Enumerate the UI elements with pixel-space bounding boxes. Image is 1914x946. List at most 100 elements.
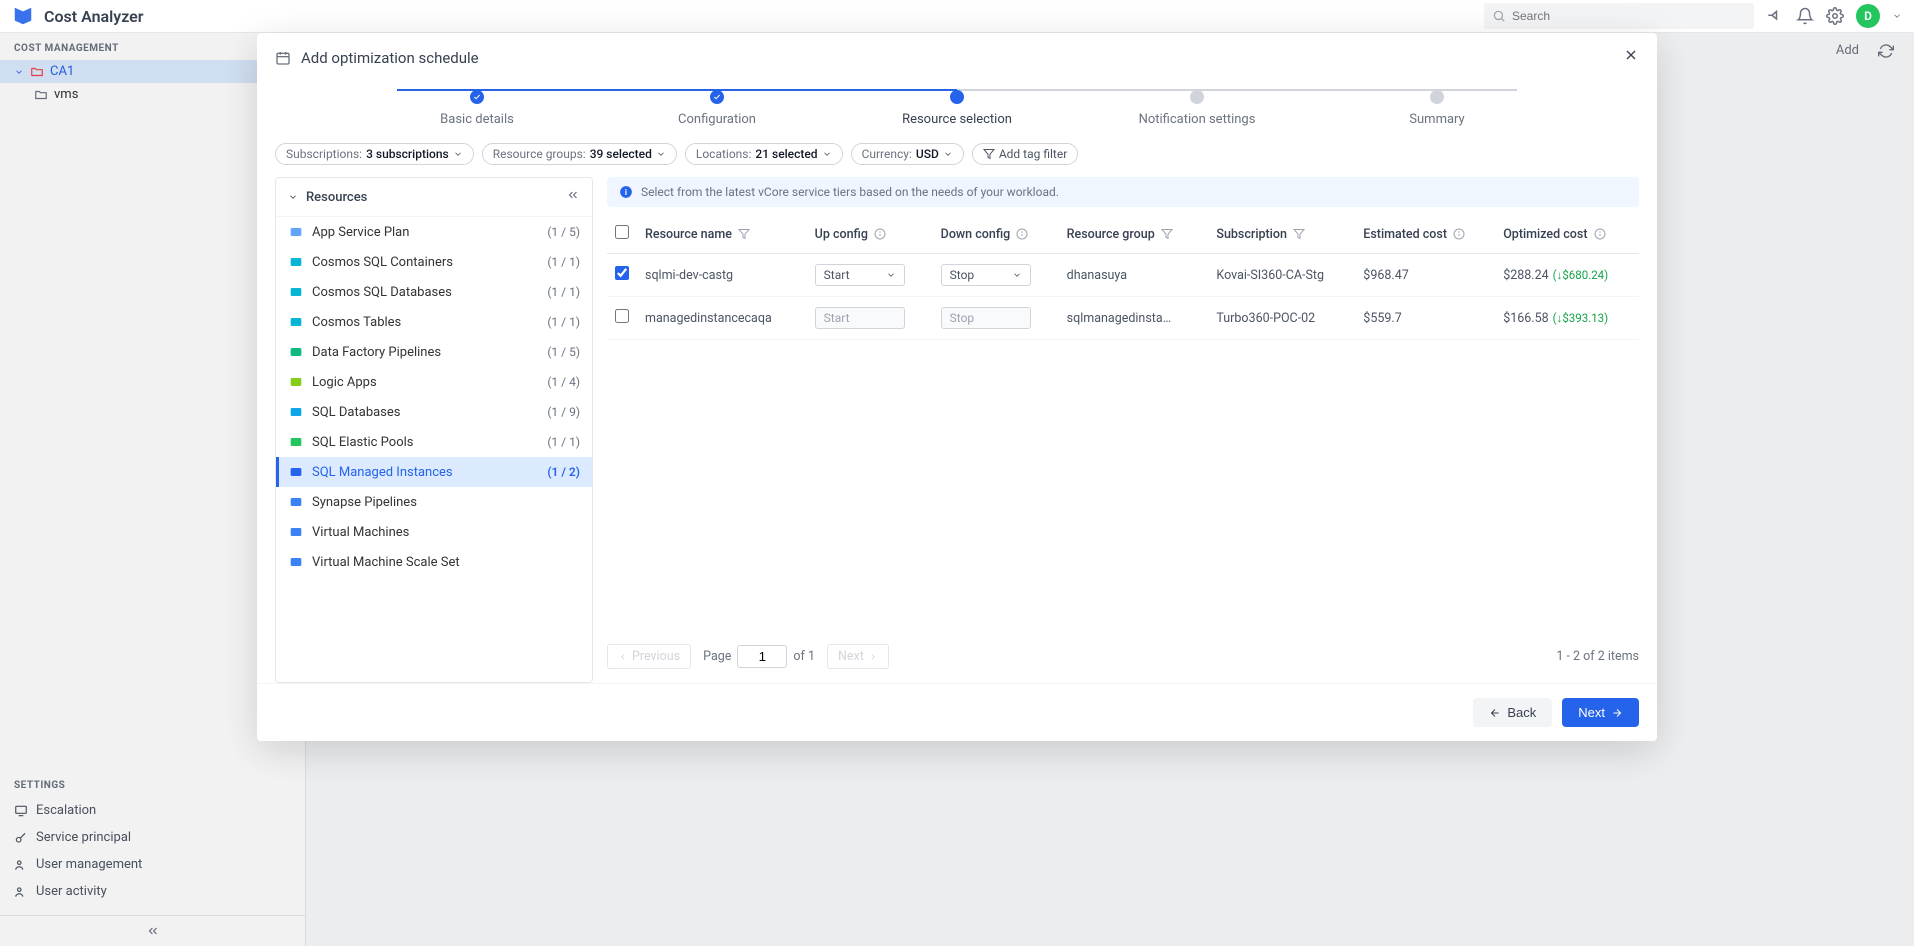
announcement-icon[interactable]	[1766, 7, 1784, 25]
back-button[interactable]: Back	[1473, 698, 1552, 727]
step-notification-settings[interactable]: Notification settings	[1077, 90, 1317, 127]
pagination-summary: 1 - 2 of 2 items	[1556, 649, 1639, 664]
chevron-down-icon	[656, 149, 666, 159]
check-icon	[713, 93, 721, 101]
savings-badge: (↓$393.13)	[1553, 311, 1609, 325]
resource-type-item[interactable]: Cosmos SQL Databases (1 / 1)	[276, 277, 592, 307]
cell-subscription: Kovai-SI360-CA-Stg	[1208, 254, 1355, 297]
filter-resource-groups[interactable]: Resource groups: 39 selected	[482, 143, 677, 165]
filter-icon[interactable]	[738, 228, 750, 240]
resource-type-name: Data Factory Pipelines	[312, 345, 539, 360]
down-config-dropdown[interactable]: Stop	[941, 264, 1031, 286]
modal-close-button[interactable]	[1623, 47, 1639, 68]
down-config-dropdown: Stop	[941, 307, 1031, 329]
row-checkbox[interactable]	[615, 266, 629, 280]
info-banner: i Select from the latest vCore service t…	[607, 177, 1639, 207]
resource-type-name: Cosmos SQL Containers	[312, 255, 539, 270]
resource-type-count: (1 / 5)	[547, 225, 580, 239]
search-input[interactable]	[1512, 9, 1746, 23]
resource-type-icon	[288, 464, 304, 480]
filter-subscriptions[interactable]: Subscriptions: 3 subscriptions	[275, 143, 474, 165]
check-icon	[473, 93, 481, 101]
row-checkbox[interactable]	[615, 309, 629, 323]
select-all-checkbox[interactable]	[615, 225, 629, 239]
resource-type-count: (1 / 1)	[547, 255, 580, 269]
resource-type-list: App Service Plan (1 / 5) Cosmos SQL Cont…	[276, 217, 592, 682]
table-row: sqlmi-dev-castg Start Stop dhanasuya Kov…	[607, 254, 1639, 297]
avatar-chevron-icon[interactable]	[1892, 11, 1902, 21]
resource-type-icon	[288, 284, 304, 300]
resource-type-item[interactable]: Synapse Pipelines	[276, 487, 592, 517]
up-config-dropdown[interactable]: Start	[815, 264, 905, 286]
col-resource-name: Resource name	[645, 227, 732, 242]
info-icon	[1453, 228, 1465, 240]
step-basic-details[interactable]: Basic details	[357, 90, 597, 127]
filter-locations[interactable]: Locations: 21 selected	[685, 143, 843, 165]
col-subscription: Subscription	[1216, 227, 1287, 242]
pagination-next[interactable]: Next	[827, 644, 889, 669]
filter-add-tag[interactable]: Add tag filter	[972, 143, 1078, 165]
chevron-down-icon	[453, 149, 463, 159]
resource-table: Resource name Up config Down config Reso…	[607, 215, 1639, 340]
next-button[interactable]: Next	[1562, 698, 1639, 727]
filter-row: Subscriptions: 3 subscriptions Resource …	[257, 143, 1657, 177]
resource-type-item[interactable]: App Service Plan (1 / 5)	[276, 217, 592, 247]
chevron-left-icon	[618, 652, 628, 662]
resource-type-name: Virtual Machines	[312, 525, 572, 540]
resource-type-item[interactable]: Logic Apps (1 / 4)	[276, 367, 592, 397]
resource-type-count: (1 / 1)	[547, 285, 580, 299]
cell-estimated-cost: $968.47	[1355, 254, 1495, 297]
step-summary[interactable]: Summary	[1317, 90, 1557, 127]
global-search[interactable]	[1484, 3, 1754, 29]
resource-type-item[interactable]: Virtual Machines	[276, 517, 592, 547]
pagination-previous[interactable]: Previous	[607, 644, 691, 669]
step-resource-selection[interactable]: Resource selection	[837, 90, 1077, 127]
resource-type-icon	[288, 524, 304, 540]
notifications-icon[interactable]	[1796, 7, 1814, 25]
cell-resource-name: managedinstancecaqa	[637, 297, 807, 340]
cell-estimated-cost: $559.7	[1355, 297, 1495, 340]
resource-sidebar-collapse[interactable]	[566, 188, 580, 206]
wizard-stepper: Basic details Configuration Resource sel…	[257, 82, 1657, 143]
user-avatar[interactable]: D	[1856, 4, 1880, 28]
cell-optimized-cost: $288.24(↓$680.24)	[1495, 254, 1639, 297]
pagination: Previous Page of 1 Next 1 - 2 of 2 items	[607, 630, 1639, 683]
chevron-down-icon	[1012, 270, 1022, 280]
savings-badge: (↓$680.24)	[1553, 268, 1609, 282]
resource-type-item[interactable]: SQL Databases (1 / 9)	[276, 397, 592, 427]
step-configuration[interactable]: Configuration	[597, 90, 837, 127]
pagination-page-input[interactable]	[737, 645, 787, 668]
modal-body: Resources App Service Plan (1 / 5) Cosmo…	[257, 177, 1657, 683]
resource-type-count: (1 / 1)	[547, 435, 580, 449]
resource-type-icon	[288, 494, 304, 510]
resource-type-item[interactable]: Data Factory Pipelines (1 / 5)	[276, 337, 592, 367]
resource-type-icon	[288, 554, 304, 570]
info-icon	[1594, 228, 1606, 240]
chevron-down-icon[interactable]	[288, 192, 298, 202]
resource-type-item[interactable]: Virtual Machine Scale Set	[276, 547, 592, 577]
modal-header: Add optimization schedule	[257, 33, 1657, 82]
filter-currency[interactable]: Currency: USD	[851, 143, 964, 165]
filter-icon[interactable]	[1161, 228, 1173, 240]
resource-type-item[interactable]: Cosmos SQL Containers (1 / 1)	[276, 247, 592, 277]
chevron-down-icon	[943, 149, 953, 159]
resource-type-item[interactable]: Cosmos Tables (1 / 1)	[276, 307, 592, 337]
resource-type-name: Synapse Pipelines	[312, 495, 572, 510]
resource-type-item[interactable]: SQL Elastic Pools (1 / 1)	[276, 427, 592, 457]
resource-type-count: (1 / 1)	[547, 315, 580, 329]
pagination-of-label: of 1	[793, 649, 815, 664]
resource-type-name: Cosmos Tables	[312, 315, 539, 330]
resource-type-name: Logic Apps	[312, 375, 539, 390]
resource-type-icon	[288, 314, 304, 330]
col-down-config: Down config	[941, 227, 1011, 242]
svg-text:i: i	[625, 187, 627, 197]
app-title: Cost Analyzer	[44, 7, 144, 26]
arrow-left-icon	[1489, 707, 1501, 719]
up-config-dropdown: Start	[815, 307, 905, 329]
resource-type-item[interactable]: SQL Managed Instances (1 / 2)	[276, 457, 592, 487]
info-icon	[1016, 228, 1028, 240]
cell-resource-group: dhanasuya	[1059, 254, 1209, 297]
resource-sidebar-header: Resources	[276, 178, 592, 217]
filter-icon[interactable]	[1293, 228, 1305, 240]
settings-icon[interactable]	[1826, 7, 1844, 25]
